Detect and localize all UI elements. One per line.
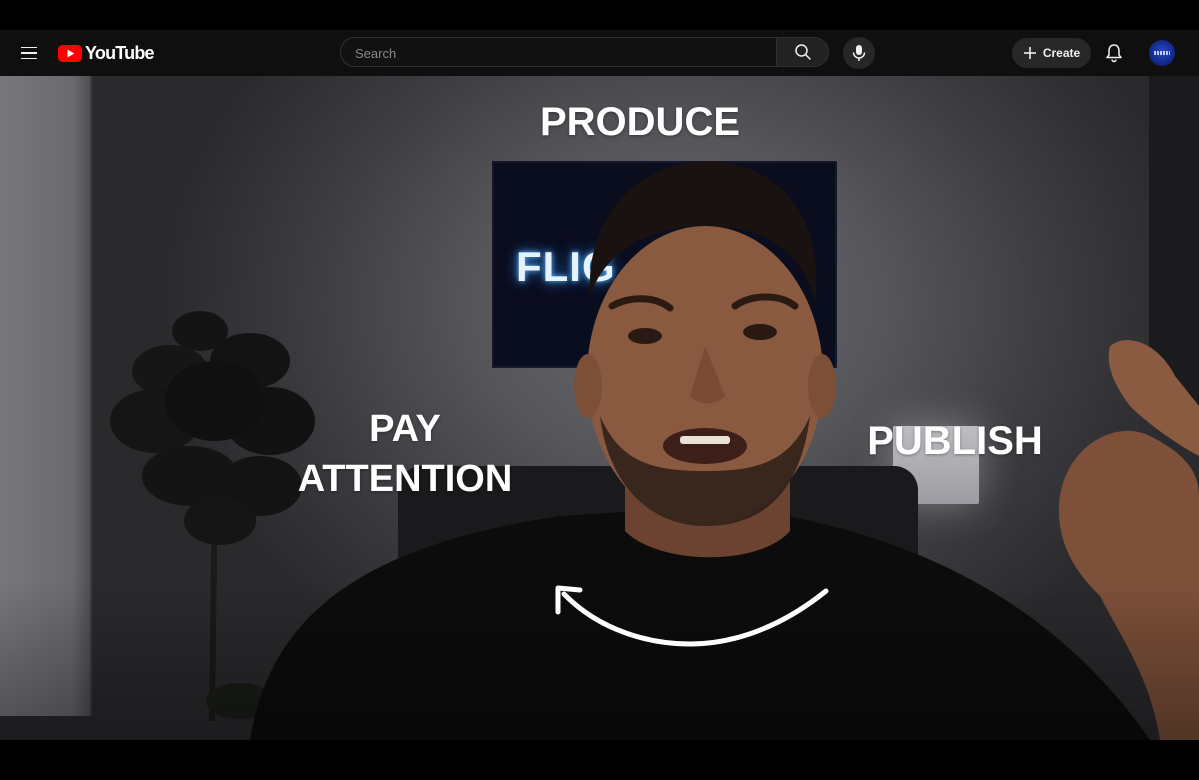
search-button[interactable] (777, 37, 829, 67)
cycle-arrow-icon (555, 585, 829, 647)
notifications-button[interactable] (1100, 39, 1128, 67)
youtube-page: YouTube Create (0, 0, 1199, 780)
overlay-publish: PUBLISH (867, 419, 1043, 463)
masthead: YouTube Create (0, 30, 1199, 76)
overlay-pay-attention: PAY ATTENTION (260, 404, 550, 504)
search-box (340, 37, 777, 68)
plus-icon (1023, 47, 1036, 59)
youtube-logo[interactable]: YouTube (58, 42, 155, 63)
search-input[interactable] (353, 38, 767, 68)
menu-icon-line (21, 52, 37, 54)
youtube-logo-icon (58, 44, 82, 62)
video-player[interactable]: FLIG PRODUCE PAY ATTENTION PUBLISH (0, 76, 1199, 740)
create-button[interactable]: Create (1012, 38, 1091, 68)
menu-icon-line (21, 57, 37, 60)
mic-icon (852, 45, 866, 61)
overlay-produce: PRODUCE (539, 100, 741, 144)
overlay-pay-line2: ATTENTION (297, 458, 513, 500)
account-avatar[interactable] (1149, 40, 1175, 66)
letterbox-bottom (0, 740, 1199, 780)
overlay-pay-line1: PAY (369, 408, 441, 450)
search-icon (794, 44, 811, 60)
bell-icon (1106, 44, 1122, 63)
create-label: Create (1042, 46, 1081, 60)
logo-text: YouTube (85, 42, 155, 63)
menu-icon-line (21, 46, 37, 49)
menu-button[interactable] (14, 38, 44, 68)
voice-search-button[interactable] (843, 37, 875, 69)
